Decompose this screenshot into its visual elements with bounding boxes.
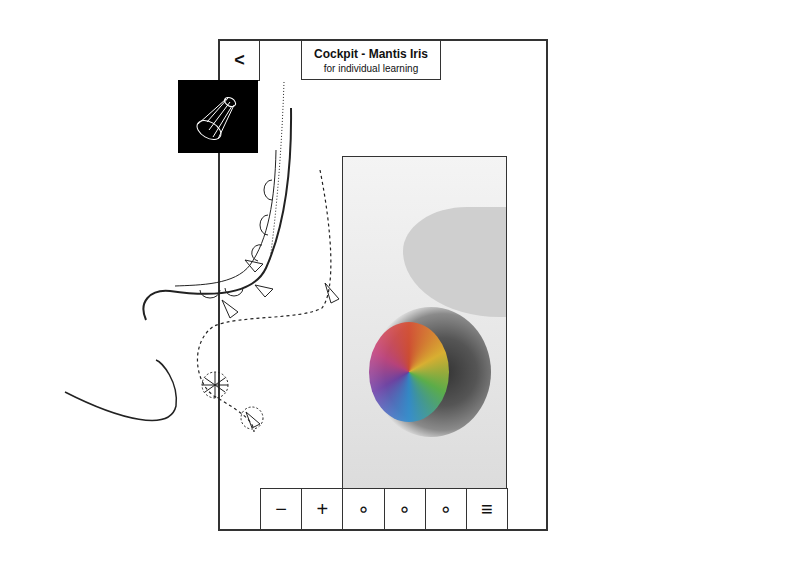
toolbar-button[interactable]: ∘: [425, 489, 466, 529]
toolbar: −+∘∘∘≡: [260, 488, 508, 529]
back-button[interactable]: <: [220, 41, 260, 81]
toolbar-button[interactable]: +: [301, 489, 342, 529]
top-bar: < Cockpit - Mantis Iris for individual lea…: [220, 41, 546, 82]
toolbar-button[interactable]: −: [260, 489, 301, 529]
cockpit-badge[interactable]: [178, 80, 258, 153]
canvas: < Cockpit - Mantis Iris for individual lea…: [0, 0, 800, 566]
render-image[interactable]: [342, 156, 507, 489]
title-box: Cockpit - Mantis Iris for individual lear…: [301, 41, 441, 80]
toolbar-button[interactable]: ∘: [342, 489, 383, 529]
toolbar-button[interactable]: ≡: [466, 489, 508, 529]
toolbar-button[interactable]: ∘: [384, 489, 425, 529]
title: Cockpit - Mantis Iris: [314, 47, 428, 61]
device-frame: < Cockpit - Mantis Iris for individual lea…: [218, 39, 548, 531]
cone-wireframe-icon: [193, 92, 243, 142]
subtitle: for individual learning: [324, 63, 419, 74]
